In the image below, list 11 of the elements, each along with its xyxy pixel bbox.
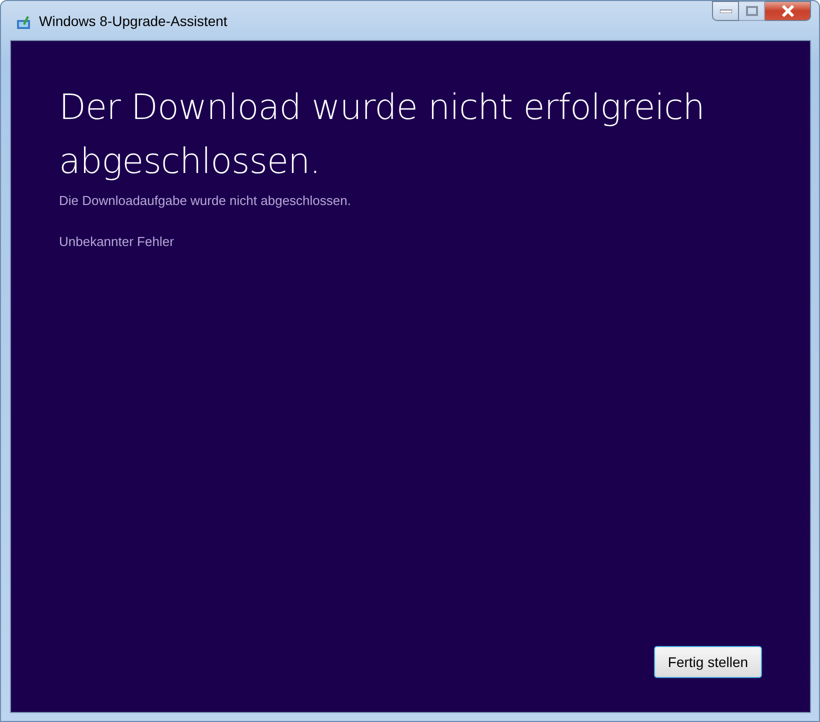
heading: Der Download wurde nicht erfolgreich abgeschlossen. xyxy=(59,87,706,184)
minimize-button[interactable] xyxy=(712,1,739,21)
window-title: Windows 8-Upgrade-Assistent xyxy=(39,13,228,29)
finish-button[interactable]: Fertig stellen xyxy=(654,646,762,678)
maximize-icon xyxy=(746,6,758,16)
close-icon xyxy=(780,5,794,17)
minimize-icon xyxy=(720,9,732,13)
app-icon xyxy=(16,14,32,30)
close-button[interactable] xyxy=(765,1,811,21)
subtitle: Die Downloadaufgabe wurde nicht abgeschlossen. xyxy=(59,193,352,208)
error-message: Unbekannter Fehler xyxy=(59,234,175,249)
